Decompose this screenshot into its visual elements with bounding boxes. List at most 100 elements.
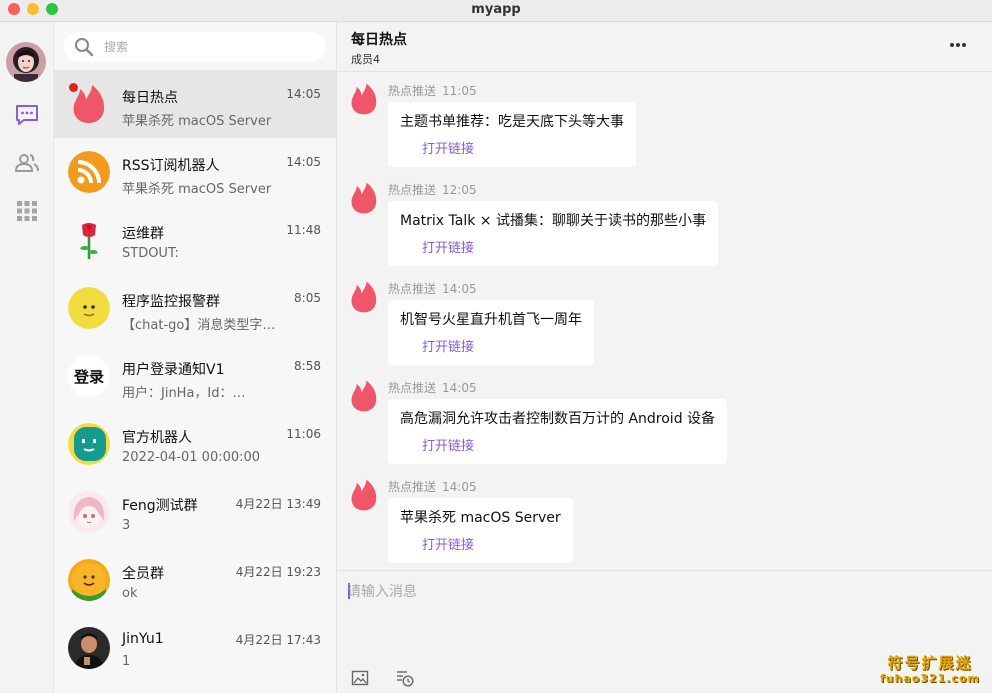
message-bubble: 主题书单推荐：吃是天底下头等大事 打开链接 xyxy=(388,102,636,167)
conversation-preview: 用户：JinHa，Id：… xyxy=(122,386,246,401)
unread-dot xyxy=(69,83,78,92)
message-meta: 热点推送 12:05 xyxy=(388,181,477,198)
person-photo-avatar xyxy=(68,627,110,669)
conversation-name: 用户登录通知V1 xyxy=(122,362,225,378)
fire-logo-icon xyxy=(351,380,377,412)
conversation-preview: 2022-04-01 00:00:00 xyxy=(122,450,261,465)
watermark-title: 符号扩展迷 xyxy=(887,654,973,672)
image-button[interactable] xyxy=(351,669,369,687)
search-box[interactable] xyxy=(64,32,326,62)
message-input[interactable] xyxy=(347,581,977,641)
site-watermark: 符号扩展迷 fuhao321.com xyxy=(880,652,980,685)
conversation-time: 4月22日 19:23 xyxy=(235,565,321,579)
message-text: 主题书单推荐：吃是天底下头等大事 xyxy=(400,114,624,130)
message-time: 14:05 xyxy=(442,480,477,494)
conversation-name: 程序监控报警群 xyxy=(122,294,220,310)
login-text-avatar: 登录 xyxy=(68,355,110,397)
yellow-face-avatar xyxy=(68,287,110,329)
chat-panel: 每日热点 成员4 热点推送 11:05 主题书单推荐：吃是天底下头等大事 打开链接… xyxy=(337,22,992,693)
chat-bubble-icon[interactable] xyxy=(14,102,40,128)
open-link[interactable]: 打开链接 xyxy=(422,336,582,355)
fire-logo-icon xyxy=(351,479,377,511)
conversation-time: 8:05 xyxy=(294,291,321,305)
fire-logo-icon xyxy=(351,182,377,214)
title-bar: myapp xyxy=(0,0,992,22)
conversation-item-all-staff[interactable]: 全员群 4月22日 19:23 ok xyxy=(54,546,336,614)
conversation-name: 全员群 xyxy=(122,566,164,582)
sender-name: 热点推送 xyxy=(388,381,437,395)
message-meta: 热点推送 11:05 xyxy=(388,82,477,99)
search-icon xyxy=(75,38,94,57)
conversation-preview: STDOUT: xyxy=(122,246,179,261)
conversation-item-feng-test[interactable]: Feng测试群 4月22日 13:49 3 xyxy=(54,478,336,546)
avatar-text: 登录 xyxy=(73,367,104,386)
rose-avatar xyxy=(68,219,110,261)
chat-title: 每日热点 xyxy=(351,32,407,48)
contacts-icon[interactable] xyxy=(14,150,40,176)
open-link[interactable]: 打开链接 xyxy=(422,138,624,157)
message-text: 高危漏洞允许攻击者控制数百万计的 Android 设备 xyxy=(400,411,716,427)
history-icon xyxy=(397,671,414,687)
window-title: myapp xyxy=(471,2,521,17)
conversation-time: 14:05 xyxy=(286,87,321,101)
message-bubble: Matrix Talk × 试播集：聊聊关于读书的那些小事 打开链接 xyxy=(388,201,718,266)
conversation-preview: ok xyxy=(122,586,138,601)
conversation-item-official-bot[interactable]: 官方机器人 11:06 2022-04-01 00:00:00 xyxy=(54,410,336,478)
orange-face-avatar xyxy=(68,559,110,601)
message-meta: 热点推送 14:05 xyxy=(388,280,477,297)
chat-header: 每日热点 成员4 xyxy=(337,22,992,72)
conversation-list: 每日热点 14:05 苹果杀死 macOS Server RSS订阅机器人 14… xyxy=(54,22,337,693)
message-text: 苹果杀死 macOS Server xyxy=(400,510,561,526)
message-time: 11:05 xyxy=(442,84,477,98)
conversation-name: JinYu1 xyxy=(122,631,164,647)
fire-logo-icon xyxy=(351,83,377,115)
conversation-preview: 苹果杀死 macOS Server xyxy=(122,114,272,129)
conversation-preview: 苹果杀死 macOS Server xyxy=(122,182,272,197)
conversation-preview: 【chat-go】消息类型字段错误 xyxy=(122,318,282,333)
history-button[interactable] xyxy=(396,669,414,687)
anime-girl-avatar xyxy=(68,491,110,533)
fire-logo-icon xyxy=(351,281,377,313)
conversation-time: 4月22日 17:43 xyxy=(235,633,321,647)
message-text: Matrix Talk × 试播集：聊聊关于读书的那些小事 xyxy=(400,213,706,229)
sender-name: 热点推送 xyxy=(388,183,437,197)
conversation-name: Feng测试群 xyxy=(122,498,198,514)
bot-face-avatar xyxy=(68,423,110,465)
conversation-time: 11:06 xyxy=(286,427,321,441)
watermark-url: fuhao321.com xyxy=(879,672,980,685)
conversation-item-monitor-alert[interactable]: 程序监控报警群 8:05 【chat-go】消息类型字段错误 xyxy=(54,274,336,342)
conversation-preview: 3 xyxy=(122,518,131,533)
message-meta: 热点推送 14:05 xyxy=(388,379,477,396)
conversation-item-jinyu1[interactable]: JinYu1 4月22日 17:43 1 xyxy=(54,614,336,682)
sender-name: 热点推送 xyxy=(388,282,437,296)
conversation-preview: 1 xyxy=(122,654,131,669)
sender-name: 热点推送 xyxy=(388,84,437,98)
more-options-button[interactable] xyxy=(948,34,968,54)
open-link[interactable]: 打开链接 xyxy=(422,237,706,256)
conversation-name: 运维群 xyxy=(122,226,164,242)
open-link[interactable]: 打开链接 xyxy=(422,435,715,454)
user-avatar[interactable] xyxy=(6,42,46,82)
message-time: 14:05 xyxy=(442,282,477,296)
conversation-item-daily-hot[interactable]: 每日热点 14:05 苹果杀死 macOS Server xyxy=(54,70,336,138)
conversation-time: 11:48 xyxy=(286,223,321,237)
conversation-time: 14:05 xyxy=(286,155,321,169)
conversation-name: RSS订阅机器人 xyxy=(122,158,220,174)
message-meta: 热点推送 14:05 xyxy=(388,478,477,495)
apps-grid-icon[interactable] xyxy=(14,198,40,224)
conversation-item-ops-group[interactable]: 运维群 11:48 STDOUT: xyxy=(54,206,336,274)
open-link[interactable]: 打开链接 xyxy=(422,534,561,553)
conversation-item-login-notify[interactable]: 登录 用户登录通知V1 8:58 用户：JinHa，Id：… xyxy=(54,342,336,410)
search-input[interactable] xyxy=(104,38,304,56)
message-bubble: 苹果杀死 macOS Server 打开链接 xyxy=(388,498,573,563)
message-bubble: 高危漏洞允许攻击者控制数百万计的 Android 设备 打开链接 xyxy=(388,399,728,464)
nav-rail xyxy=(0,22,54,693)
conversation-item-rss-bot[interactable]: RSS订阅机器人 14:05 苹果杀死 macOS Server xyxy=(54,138,336,206)
message-text: 机智号火星直升机首飞一周年 xyxy=(400,312,582,328)
rss-logo-avatar xyxy=(68,151,110,193)
conversation-time: 8:58 xyxy=(294,359,321,373)
conversation-name: 每日热点 xyxy=(122,90,178,106)
conversation-time: 4月22日 13:49 xyxy=(235,497,321,511)
member-count: 成员4 xyxy=(351,53,380,66)
message-bubble: 机智号火星直升机首飞一周年 打开链接 xyxy=(388,300,594,365)
